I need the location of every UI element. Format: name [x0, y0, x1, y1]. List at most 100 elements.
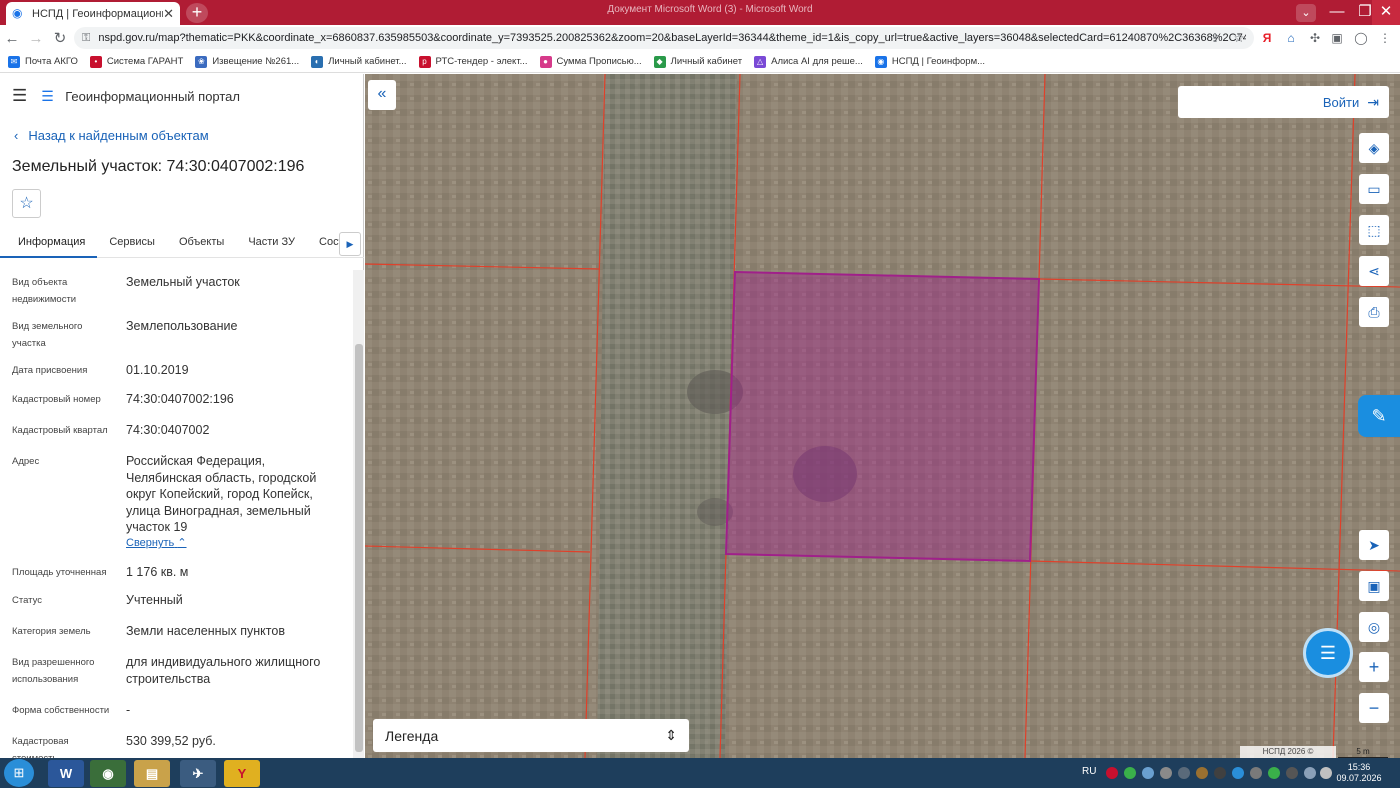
- tab-information[interactable]: Информация: [0, 232, 98, 258]
- new-tab-button[interactable]: +: [186, 3, 208, 23]
- legend-dropdown[interactable]: Легенда ⇕: [373, 719, 689, 752]
- zoom-out-button[interactable]: −: [1359, 693, 1389, 723]
- back-arrow-icon[interactable]: ←: [0, 30, 24, 47]
- extensions-puzzle-icon[interactable]: ✣: [1306, 29, 1324, 47]
- forward-arrow-icon[interactable]: →: [24, 30, 48, 47]
- chrome-app-icon[interactable]: ◉: [90, 760, 126, 787]
- tray-monitor-icon[interactable]: [1178, 767, 1190, 779]
- site-info-icon[interactable]: ⚿: [82, 32, 90, 45]
- portal-logo-icon: ☰: [41, 88, 54, 104]
- home-extension-icon[interactable]: ⌂: [1282, 29, 1300, 47]
- property-key: Категория земель: [12, 626, 91, 637]
- scrollbar-thumb[interactable]: [355, 344, 363, 752]
- bookmark-favicon-icon: ◉: [874, 55, 887, 68]
- tray-status-icon[interactable]: [1268, 767, 1280, 779]
- menu-dots-icon[interactable]: ⋮: [1376, 29, 1394, 47]
- layers-button[interactable]: ◈: [1359, 133, 1389, 163]
- tray-device-icon[interactable]: [1160, 767, 1172, 779]
- share-button[interactable]: ⋖: [1359, 256, 1389, 286]
- clock-date: 09.07.2026: [1336, 773, 1382, 783]
- bookmark-item[interactable]: △ Алиса AI для реше...: [754, 55, 863, 68]
- expand-collapse-icon: ⇕: [665, 727, 677, 743]
- launcher-app-icon[interactable]: ✈: [180, 760, 216, 787]
- collapse-address-link[interactable]: Свернуть ⌃: [126, 536, 187, 549]
- tab-services[interactable]: Сервисы: [97, 232, 167, 258]
- basemap-button[interactable]: ▣: [1359, 571, 1389, 601]
- property-key: Кадастровый номер: [12, 394, 101, 405]
- property-key: Кадастровая стоимость: [12, 736, 69, 758]
- select-area-button[interactable]: ⬚: [1359, 215, 1389, 245]
- reload-icon[interactable]: ↻: [48, 29, 72, 47]
- bookmark-item[interactable]: ◐ Личный кабинет...: [311, 55, 407, 68]
- nspd-favicon-icon: ◉: [12, 6, 23, 20]
- tray-yandex-icon[interactable]: [1106, 767, 1118, 779]
- yandex-browser-app-icon[interactable]: Y: [224, 760, 260, 787]
- tabs-scroll-right-button[interactable]: ▶: [339, 232, 361, 256]
- bookmark-item[interactable]: ● Сумма Прописью...: [539, 55, 642, 68]
- map-canvas[interactable]: [365, 74, 1400, 758]
- side-panel-icon[interactable]: ▣: [1328, 29, 1346, 47]
- word-app-icon[interactable]: W: [48, 760, 84, 787]
- ruler-button[interactable]: ▭: [1359, 174, 1389, 204]
- tab-parts[interactable]: Части ЗУ: [236, 232, 307, 258]
- bookmark-favicon-icon: ❀: [195, 55, 208, 68]
- back-to-results-link[interactable]: ‹ Назад к найденным объектам: [14, 128, 209, 143]
- login-arrow-icon: ⇥: [1367, 93, 1379, 110]
- bookmark-favicon-icon: △: [754, 55, 767, 68]
- tray-clock-icon[interactable]: [1250, 767, 1262, 779]
- property-value: 01.10.2019: [126, 363, 189, 377]
- tray-network-icon[interactable]: [1142, 767, 1154, 779]
- bookmark-item[interactable]: ✉ Почта АКГО: [8, 55, 78, 68]
- chat-button[interactable]: ☰: [1303, 628, 1353, 678]
- address-bar[interactable]: ⚿ nspd.gov.ru/map?thematic=PKK&coordinat…: [74, 27, 1254, 49]
- browser-tab[interactable]: ◉ НСПД | Геоинформационный п ✕: [6, 2, 180, 25]
- tab-objects[interactable]: Объекты: [167, 232, 236, 258]
- bookmark-label: Личный кабинет...: [328, 56, 407, 67]
- bookmark-star-icon[interactable]: ☆: [1230, 29, 1248, 47]
- bookmark-label: Сумма Прописью...: [556, 56, 642, 67]
- yandex-extension-icon[interactable]: Я: [1258, 29, 1276, 47]
- card-tabs: Информация Сервисы Объекты Части ЗУ Сост…: [0, 232, 364, 258]
- bookmark-item[interactable]: р РТС-тендер - элект...: [418, 55, 528, 68]
- bookmark-item[interactable]: ◉ НСПД | Геоинформ...: [874, 55, 985, 68]
- close-window-button[interactable]: ✕: [1372, 0, 1400, 25]
- bookmark-item[interactable]: ❀ Извещение №261...: [195, 55, 300, 68]
- print-button[interactable]: ⎙: [1359, 297, 1389, 327]
- tray-battery-icon[interactable]: [1196, 767, 1208, 779]
- start-button[interactable]: ⊞: [4, 759, 34, 787]
- favorite-star-button[interactable]: ☆: [12, 189, 41, 218]
- property-value: 74:30:0407002:196: [126, 392, 234, 406]
- explorer-app-icon[interactable]: ▤: [134, 760, 170, 787]
- tray-shield-icon[interactable]: [1286, 767, 1298, 779]
- close-tab-icon[interactable]: ✕: [163, 6, 174, 22]
- chevron-up-icon: ⌃: [177, 537, 187, 549]
- tray-sync-icon[interactable]: [1124, 767, 1136, 779]
- login-button[interactable]: Войти ⇥: [1178, 86, 1389, 118]
- profile-avatar-icon[interactable]: ◯: [1352, 29, 1370, 47]
- bookmark-item[interactable]: • Система ГАРАНТ: [89, 55, 183, 68]
- property-value: Российская Федерация, Челябинская област…: [126, 454, 317, 534]
- property-value: Земли населенных пунктов: [126, 624, 285, 638]
- language-indicator[interactable]: RU: [1082, 766, 1096, 777]
- tab-search-button[interactable]: ⌄: [1296, 4, 1316, 22]
- tray-volume-icon[interactable]: [1320, 767, 1332, 779]
- tray-telegram-icon[interactable]: [1232, 767, 1244, 779]
- collapse-panel-button[interactable]: «: [368, 80, 396, 110]
- property-key: Площадь уточненная: [12, 567, 107, 578]
- tray-security-icon[interactable]: [1214, 767, 1226, 779]
- tab-title: НСПД | Геоинформационный п: [32, 7, 163, 20]
- assistant-mascot-icon[interactable]: ✎: [1358, 395, 1400, 437]
- property-value: Землепользование: [126, 319, 238, 333]
- hamburger-menu-icon[interactable]: ☰: [12, 86, 27, 106]
- taskbar-clock[interactable]: 15:36 09.07.2026: [1336, 762, 1382, 784]
- bookmark-favicon-icon: р: [418, 55, 431, 68]
- bookmark-label: Извещение №261...: [212, 56, 300, 67]
- bookmark-item[interactable]: ◆ Личный кабинет: [653, 55, 742, 68]
- tray-network-signal-icon[interactable]: [1304, 767, 1316, 779]
- zoom-in-button[interactable]: +: [1359, 652, 1389, 682]
- object-card-panel: ☰ ☰ Геоинформационный портал ‹ Назад к н…: [0, 74, 364, 758]
- share-icon[interactable]: ⇪: [1206, 29, 1224, 47]
- locate-me-button[interactable]: ➤: [1359, 530, 1389, 560]
- search-location-button[interactable]: ◎: [1359, 612, 1389, 642]
- selected-parcel[interactable]: [724, 270, 1041, 563]
